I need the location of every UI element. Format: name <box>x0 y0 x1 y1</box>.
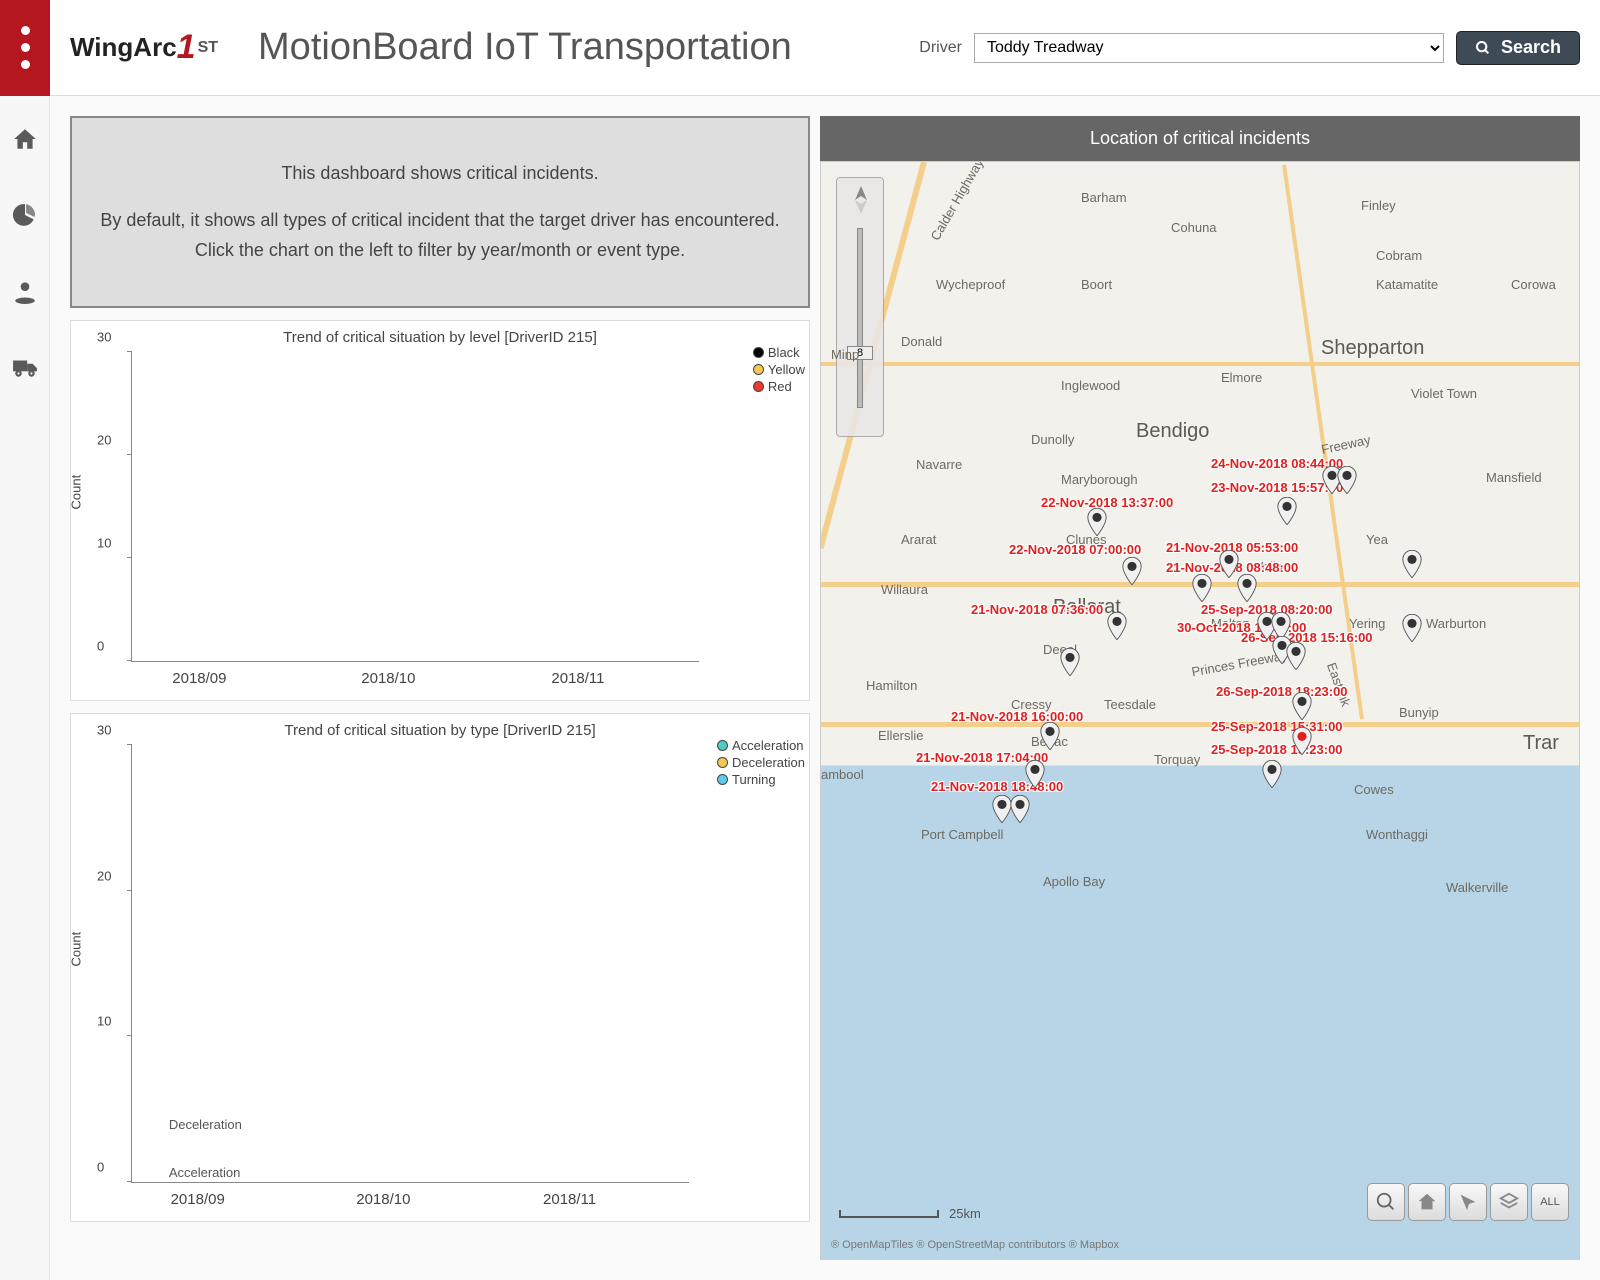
pin-label: 25-Sep-2018 15:23:00 <box>1211 742 1343 757</box>
map-canvas[interactable]: 8 Calder Highway Barham Finley Cohuna Co… <box>820 161 1580 1260</box>
app-header: WingArc1ST MotionBoard IoT Transportatio… <box>0 0 1600 96</box>
map-toolbar: ALL <box>1367 1183 1569 1221</box>
page-title: MotionBoard IoT Transportation <box>258 26 792 69</box>
sidebar <box>0 96 50 1280</box>
map-pin[interactable] <box>1401 614 1423 642</box>
search-button[interactable]: Search <box>1456 31 1580 65</box>
map-pin[interactable] <box>1086 508 1108 536</box>
info-box: This dashboard shows critical incidents.… <box>70 116 810 308</box>
map-pin[interactable] <box>1276 497 1298 525</box>
chart-level[interactable]: Trend of critical situation by level [Dr… <box>70 320 810 701</box>
map-pin[interactable] <box>1059 648 1081 676</box>
pin-label: 21-Nov-2018 07:36:00 <box>971 602 1103 617</box>
chart-level-title: Trend of critical situation by level [Dr… <box>81 329 799 346</box>
driver-filter: Driver Toddy Treadway Search <box>919 31 1580 65</box>
map-pin[interactable] <box>1024 760 1046 788</box>
map-pin[interactable] <box>1106 612 1128 640</box>
map-pin[interactable] <box>1236 574 1258 602</box>
compass-icon <box>845 184 877 216</box>
map-pin[interactable] <box>1009 795 1031 823</box>
pin-label: 25-Sep-2018 15:31:00 <box>1211 719 1343 734</box>
driver-label: Driver <box>919 39 962 57</box>
chart-type[interactable]: Trend of critical situation by type [Dri… <box>70 713 810 1222</box>
map-zoom-control[interactable]: 8 <box>836 177 884 437</box>
home-icon[interactable] <box>12 126 38 152</box>
map-pin[interactable] <box>1291 692 1313 720</box>
truck-icon[interactable] <box>12 354 38 380</box>
map-pin[interactable] <box>1285 642 1307 670</box>
map-pin[interactable] <box>1291 727 1313 755</box>
pin-label: 22-Nov-2018 07:00:00 <box>1009 542 1141 557</box>
map-pin[interactable] <box>1121 557 1143 585</box>
map-tool-pointer[interactable] <box>1449 1183 1487 1221</box>
map-tool-zoom-fit[interactable] <box>1367 1183 1405 1221</box>
pin-label: 21-Nov-2018 16:00:00 <box>951 709 1083 724</box>
piechart-icon[interactable] <box>12 202 38 228</box>
map-tool-home[interactable] <box>1408 1183 1446 1221</box>
info-line2: By default, it shows all types of critic… <box>92 205 788 266</box>
menu-button[interactable] <box>0 0 50 96</box>
logo: WingArc1ST <box>70 28 218 67</box>
map-tool-all[interactable]: ALL <box>1531 1183 1569 1221</box>
chart-type-title: Trend of critical situation by type [Dri… <box>81 722 799 739</box>
map-title: Location of critical incidents <box>820 116 1580 161</box>
map-pin[interactable] <box>1039 722 1061 750</box>
driver-select[interactable]: Toddy Treadway <box>974 33 1444 63</box>
map-tool-layers[interactable] <box>1490 1183 1528 1221</box>
person-pin-icon[interactable] <box>12 278 38 304</box>
map-attribution: ® OpenMapTiles ® OpenStreetMap contribut… <box>831 1239 1119 1251</box>
info-line1: This dashboard shows critical incidents. <box>92 158 788 189</box>
map-scale: 25km <box>839 1206 981 1221</box>
map-pin[interactable] <box>1336 466 1358 494</box>
search-icon <box>1475 40 1491 56</box>
map-pin[interactable] <box>1261 760 1283 788</box>
map-pin[interactable] <box>1191 574 1213 602</box>
map-pin[interactable] <box>1401 550 1423 578</box>
pin-label: 26-Sep-2018 18:23:00 <box>1216 684 1348 699</box>
